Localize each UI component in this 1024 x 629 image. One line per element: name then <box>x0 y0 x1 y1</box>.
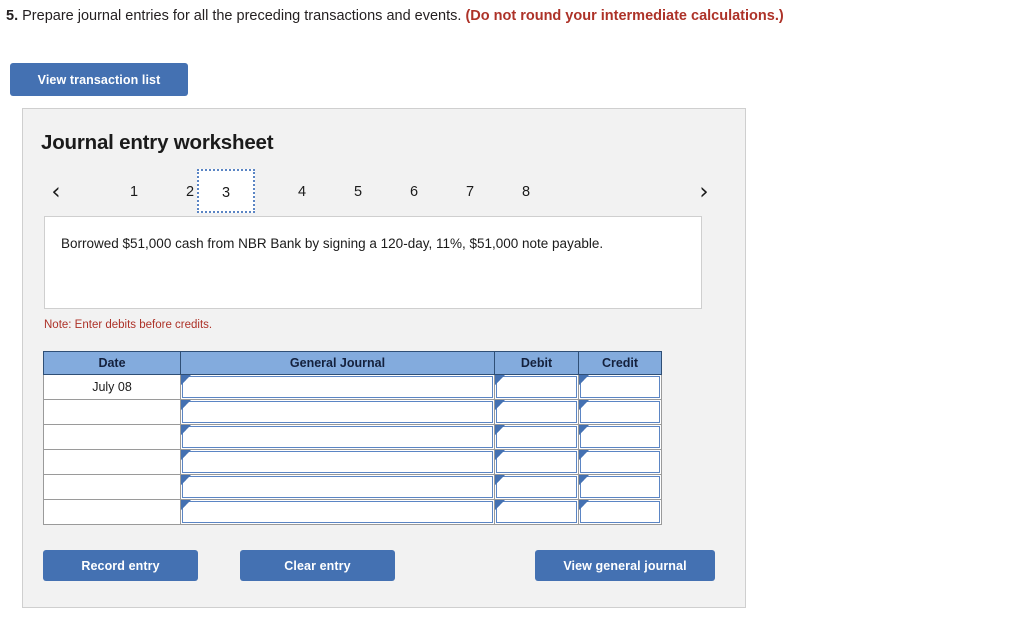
dropdown-marker-icon <box>495 475 505 485</box>
credit-cell[interactable] <box>578 474 662 500</box>
question-warning: (Do not round your intermediate calculat… <box>465 8 784 24</box>
table-row <box>43 449 662 475</box>
general-journal-input[interactable] <box>182 501 493 523</box>
dropdown-marker-icon <box>579 375 589 385</box>
dropdown-marker-icon <box>495 450 505 460</box>
table-row <box>43 499 662 525</box>
worksheet-title: Journal entry worksheet <box>41 131 274 154</box>
debit-input[interactable] <box>496 376 577 398</box>
debit-input[interactable] <box>496 451 577 473</box>
table-header-row: Date General Journal Debit Credit <box>43 351 662 375</box>
credit-cell[interactable] <box>578 374 662 400</box>
debit-cell[interactable] <box>494 449 579 475</box>
column-header-credit: Credit <box>578 351 662 375</box>
dropdown-marker-icon <box>579 450 589 460</box>
chevron-right-icon[interactable]: › <box>691 177 717 207</box>
general-journal-cell[interactable] <box>180 424 495 450</box>
credit-input[interactable] <box>580 426 660 448</box>
dropdown-marker-icon <box>579 400 589 410</box>
debit-input[interactable] <box>496 501 577 523</box>
date-cell[interactable]: July 08 <box>43 374 181 400</box>
question-prompt: 5. Prepare journal entries for all the p… <box>6 7 784 25</box>
column-header-general-journal: General Journal <box>180 351 495 375</box>
pager-item-3[interactable]: 3 <box>197 169 255 213</box>
question-number: 5. <box>6 8 19 24</box>
debit-cell[interactable] <box>494 499 579 525</box>
question-text: Prepare journal entries for all the prec… <box>22 8 462 24</box>
general-journal-input[interactable] <box>182 451 493 473</box>
dropdown-marker-icon <box>181 425 191 435</box>
credit-cell[interactable] <box>578 499 662 525</box>
pager-item-6[interactable]: 6 <box>397 176 431 208</box>
debit-cell[interactable] <box>494 374 579 400</box>
dropdown-marker-icon <box>579 425 589 435</box>
table-row <box>43 399 662 425</box>
general-journal-input[interactable] <box>182 426 493 448</box>
clear-entry-button[interactable]: Clear entry <box>240 550 395 581</box>
view-general-journal-button[interactable]: View general journal <box>535 550 715 581</box>
date-cell[interactable] <box>43 424 181 450</box>
general-journal-cell[interactable] <box>180 474 495 500</box>
dropdown-marker-icon <box>579 500 589 510</box>
dropdown-marker-icon <box>181 375 191 385</box>
debit-cell[interactable] <box>494 474 579 500</box>
dropdown-marker-icon <box>495 425 505 435</box>
general-journal-cell[interactable] <box>180 499 495 525</box>
transaction-description-text: Borrowed $51,000 cash from NBR Bank by s… <box>61 236 604 251</box>
dropdown-marker-icon <box>579 475 589 485</box>
debit-cell[interactable] <box>494 399 579 425</box>
table-row <box>43 424 662 450</box>
general-journal-input[interactable] <box>182 476 493 498</box>
pager-item-7[interactable]: 7 <box>453 176 487 208</box>
worksheet-pager: ‹ 1 2 3 4 5 6 7 8 › <box>23 168 745 216</box>
debit-input[interactable] <box>496 476 577 498</box>
pager-item-1[interactable]: 1 <box>117 176 151 208</box>
pager-item-5[interactable]: 5 <box>341 176 375 208</box>
record-entry-button[interactable]: Record entry <box>43 550 198 581</box>
journal-entry-table: Date General Journal Debit Credit July 0… <box>43 351 662 525</box>
pager-item-4[interactable]: 4 <box>285 176 319 208</box>
date-cell[interactable] <box>43 449 181 475</box>
date-cell[interactable] <box>43 474 181 500</box>
pager-item-8[interactable]: 8 <box>509 176 543 208</box>
credit-cell[interactable] <box>578 449 662 475</box>
view-transaction-list-button[interactable]: View transaction list <box>10 63 188 96</box>
debit-input[interactable] <box>496 426 577 448</box>
debits-before-credits-note: Note: Enter debits before credits. <box>44 319 213 331</box>
dropdown-marker-icon <box>181 475 191 485</box>
dropdown-marker-icon <box>181 450 191 460</box>
credit-input[interactable] <box>580 501 660 523</box>
table-row <box>43 474 662 500</box>
column-header-date: Date <box>43 351 181 375</box>
credit-input[interactable] <box>580 476 660 498</box>
credit-input[interactable] <box>580 451 660 473</box>
table-row: July 08 <box>43 374 662 400</box>
general-journal-cell[interactable] <box>180 374 495 400</box>
date-cell[interactable] <box>43 399 181 425</box>
credit-input[interactable] <box>580 376 660 398</box>
general-journal-input[interactable] <box>182 401 493 423</box>
dropdown-marker-icon <box>495 500 505 510</box>
journal-entry-worksheet-panel: Journal entry worksheet ‹ 1 2 3 4 5 6 7 … <box>22 108 746 608</box>
credit-cell[interactable] <box>578 399 662 425</box>
general-journal-cell[interactable] <box>180 399 495 425</box>
dropdown-marker-icon <box>181 400 191 410</box>
credit-cell[interactable] <box>578 424 662 450</box>
transaction-description-box: Borrowed $51,000 cash from NBR Bank by s… <box>44 216 702 309</box>
credit-input[interactable] <box>580 401 660 423</box>
debit-input[interactable] <box>496 401 577 423</box>
date-cell[interactable] <box>43 499 181 525</box>
debit-cell[interactable] <box>494 424 579 450</box>
dropdown-marker-icon <box>495 400 505 410</box>
chevron-left-icon[interactable]: ‹ <box>43 177 69 207</box>
general-journal-cell[interactable] <box>180 449 495 475</box>
dropdown-marker-icon <box>181 500 191 510</box>
general-journal-input[interactable] <box>182 376 493 398</box>
dropdown-marker-icon <box>495 375 505 385</box>
column-header-debit: Debit <box>494 351 579 375</box>
